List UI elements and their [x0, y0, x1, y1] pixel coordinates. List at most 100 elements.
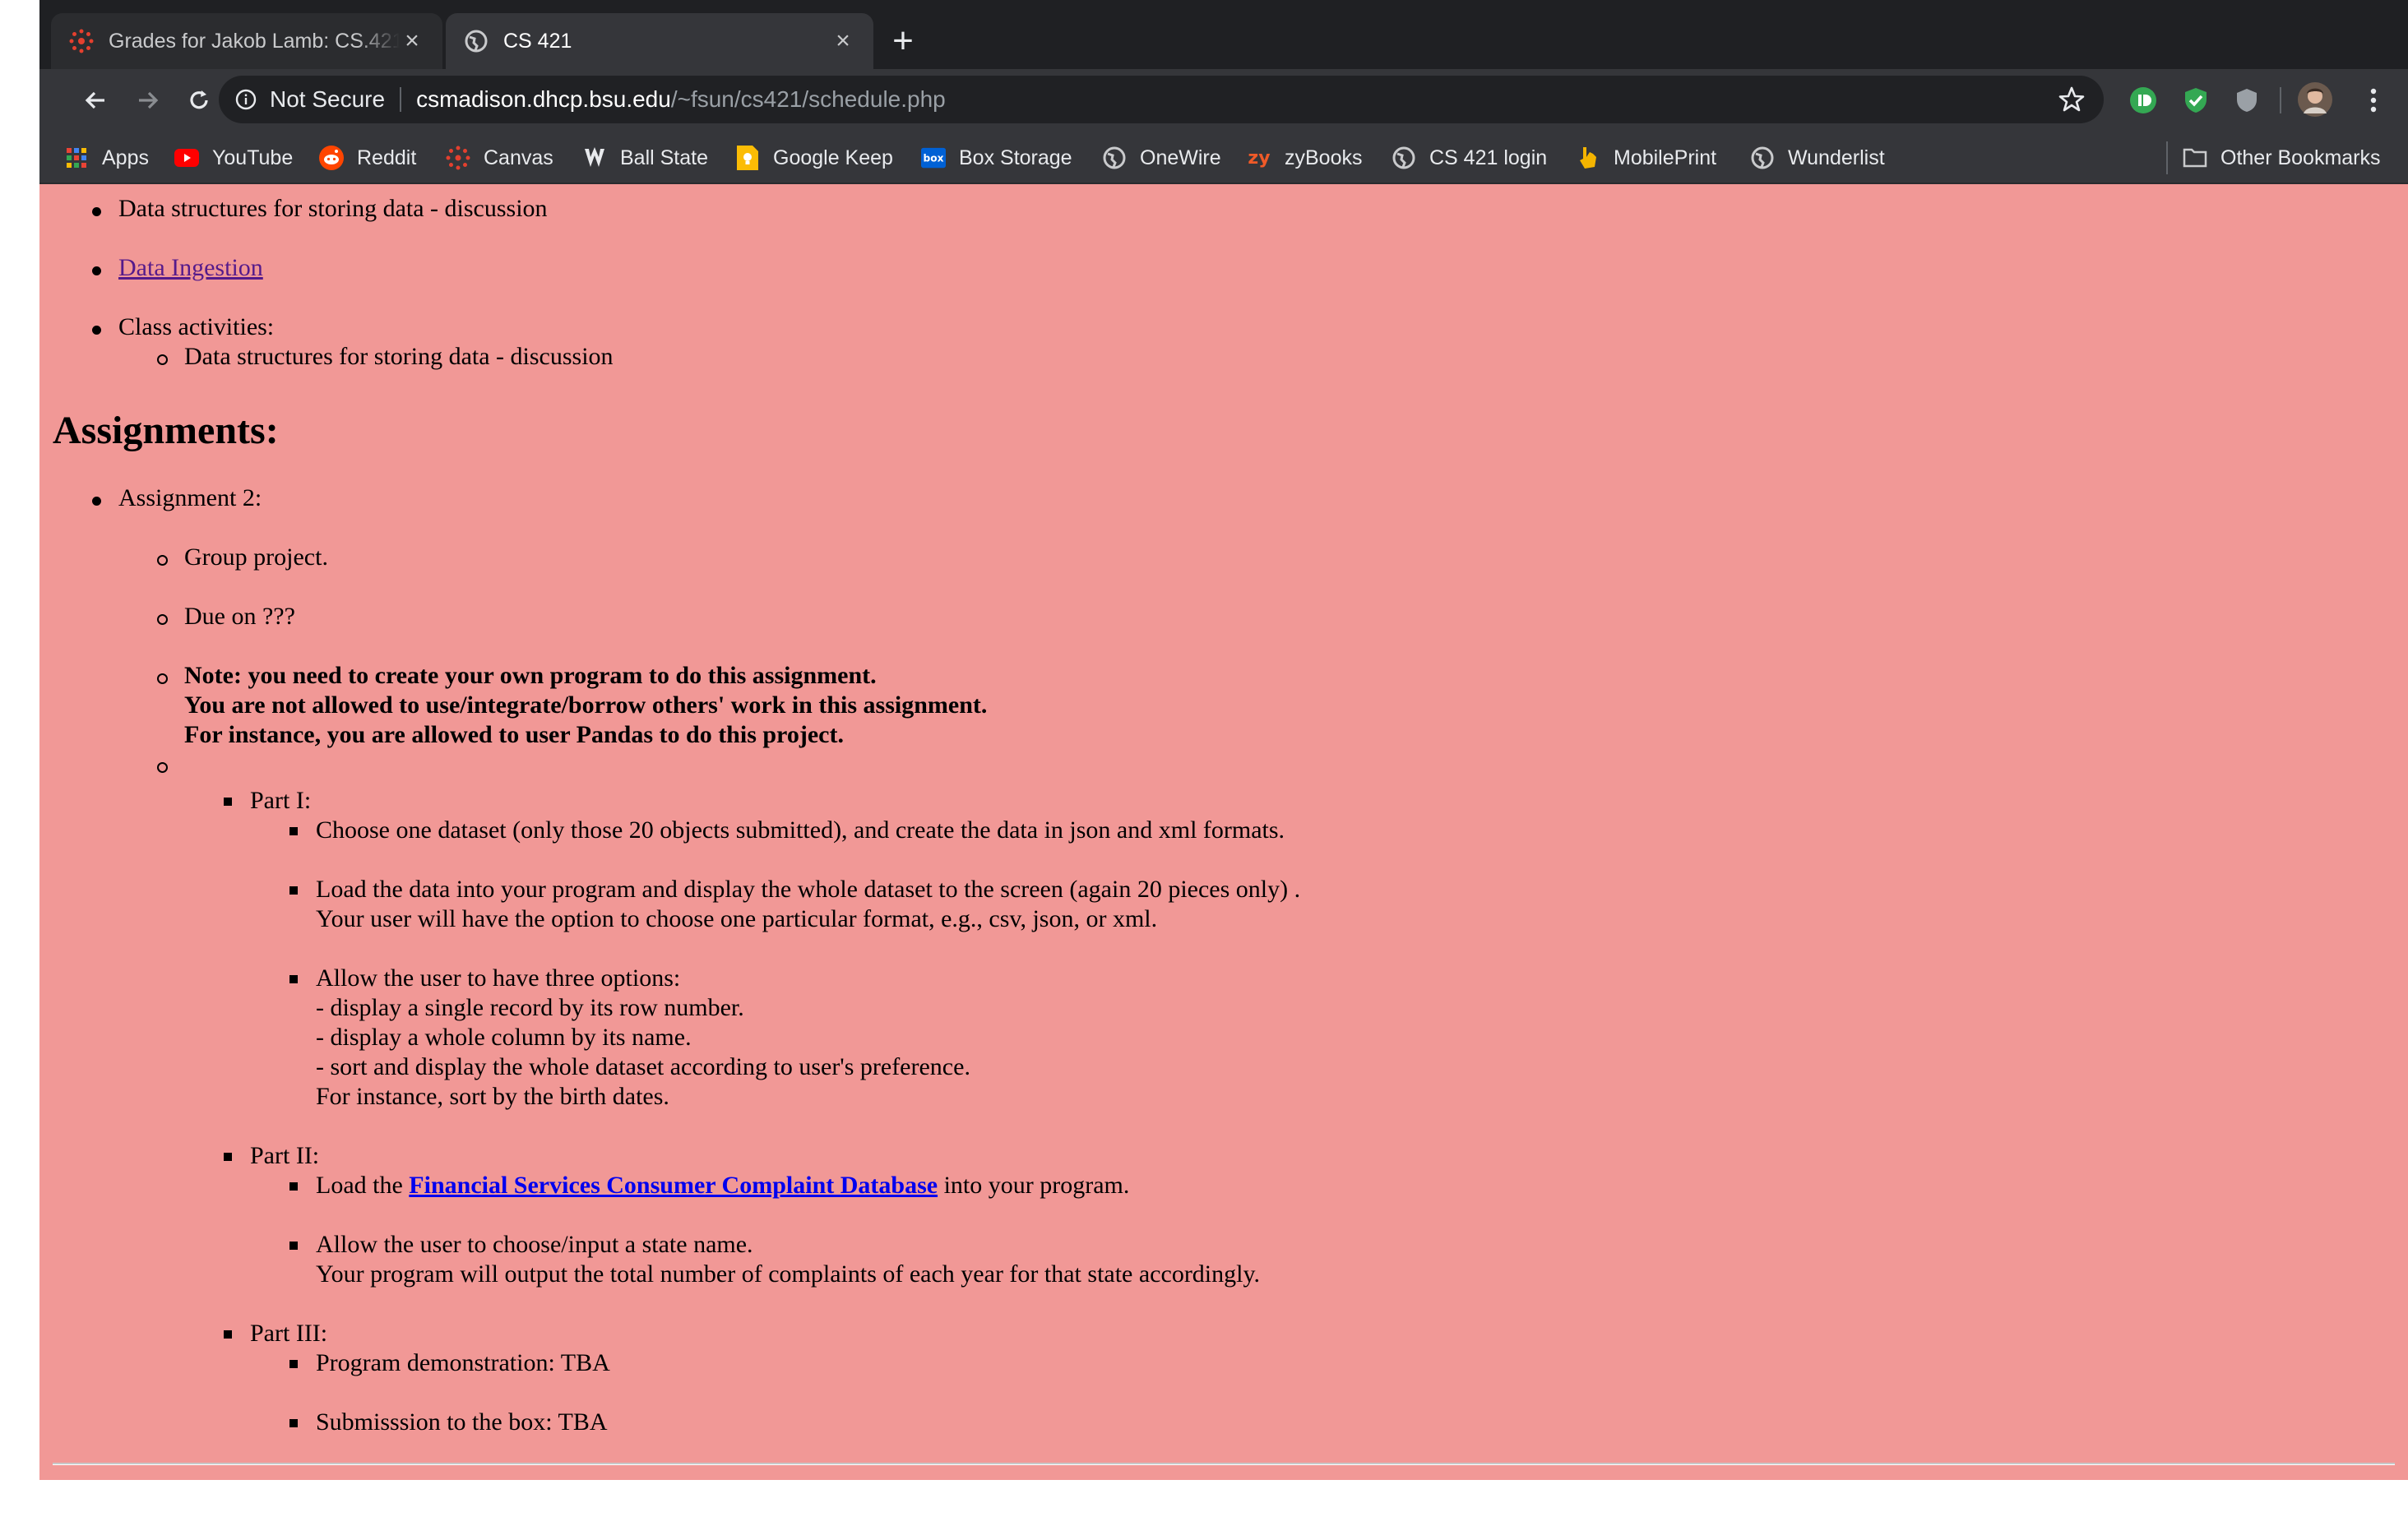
bookmark-youtube[interactable]: YouTube — [174, 132, 293, 184]
list-bullet — [289, 1182, 298, 1191]
bookmark-ball-state[interactable]: Ball State — [582, 132, 708, 184]
tab-grades[interactable]: Grades for Jakob Lamb: CS.421 × — [51, 13, 442, 69]
bookmark-cs421-login[interactable]: CS 421 login — [1392, 132, 1547, 184]
list-bullet — [289, 827, 298, 835]
list-bullet — [289, 975, 298, 983]
bookmark-label: MobilePrint — [1614, 146, 1717, 169]
globe-icon — [1392, 146, 1416, 170]
youtube-icon — [174, 146, 199, 170]
class-activity-item: Data structures for storing data - discu… — [184, 343, 614, 370]
part2-item: Allow the user to choose/input a state n… — [316, 1231, 753, 1258]
note-line: For instance, you are allowed to user Pa… — [184, 721, 844, 748]
bookmark-star-icon[interactable] — [2058, 86, 2086, 113]
complaint-database-link[interactable]: Financial Services Consumer Complaint Da… — [409, 1172, 938, 1199]
note-line: Note: you need to create your own progra… — [184, 662, 877, 689]
toolbar: Not Secure csmadison.dhcp.bsu.edu/~fsun/… — [39, 69, 2408, 132]
reddit-icon — [319, 146, 344, 170]
bookmark-label: zyBooks — [1285, 146, 1363, 169]
group-project-item: Group project. — [184, 543, 328, 571]
list-bullet — [289, 1360, 298, 1368]
part3-item: Program demonstration: TBA — [316, 1349, 610, 1376]
part3-item: Submisssion to the box: TBA — [316, 1408, 608, 1436]
bookmark-zybooks[interactable]: zy zyBooks — [1247, 132, 1362, 184]
bookmark-label: Apps — [102, 146, 149, 169]
shield-icon[interactable] — [2232, 86, 2262, 115]
bookmark-canvas[interactable]: Canvas — [446, 132, 553, 184]
bookmark-google-keep[interactable]: Google Keep — [735, 132, 893, 184]
svg-text:box: box — [924, 153, 944, 164]
list-bullet — [157, 673, 168, 684]
part1-label: Part I: — [250, 787, 312, 814]
list-bullet — [157, 762, 168, 773]
avatar[interactable] — [2298, 82, 2332, 117]
bookmark-label: YouTube — [212, 146, 294, 169]
zybooks-icon: zy — [1248, 147, 1271, 169]
part1-item: Load the data into your program and disp… — [316, 876, 1301, 903]
part1-item: Choose one dataset (only those 20 object… — [316, 816, 1285, 844]
horizontal-rule — [53, 1463, 2395, 1465]
tab-cs421[interactable]: CS 421 × — [446, 13, 873, 69]
part1-item: Allow the user to have three options: — [316, 964, 681, 992]
bookmark-apps[interactable]: Apps — [64, 132, 149, 184]
bookmark-label: OneWire — [1140, 146, 1221, 169]
address-bar[interactable]: Not Secure csmadison.dhcp.bsu.edu/~fsun/… — [219, 76, 2104, 123]
list-bullet — [224, 798, 232, 806]
part2-label: Part II: — [250, 1142, 320, 1169]
list-bullet — [92, 266, 101, 275]
bookmark-wunderlist[interactable]: Wunderlist — [1750, 132, 1885, 184]
new-tab-button[interactable]: + — [885, 23, 921, 59]
part1-item-line: - display a single record by its row num… — [316, 994, 744, 1021]
shield-check-icon[interactable] — [2181, 86, 2211, 115]
bookmark-box-storage[interactable]: box Box Storage — [921, 132, 1072, 184]
load-text: into your program. — [943, 1172, 1130, 1199]
list-item-data-structures: Data structures for storing data - discu… — [118, 195, 548, 222]
reload-icon[interactable] — [181, 82, 217, 118]
other-bookmarks[interactable]: Other Bookmarks — [2183, 132, 2381, 184]
bookmark-label: Box Storage — [959, 146, 1072, 169]
list-bullet — [92, 326, 101, 335]
list-bullet — [157, 555, 168, 566]
back-arrow-icon[interactable] — [77, 82, 113, 118]
close-tab-icon[interactable]: × — [400, 27, 424, 54]
part1-item-line: Your user will have the option to choose… — [316, 905, 1158, 932]
bookmark-label: Canvas — [484, 146, 553, 169]
list-bullet — [224, 1330, 232, 1339]
globe-icon — [1102, 146, 1127, 170]
bookmark-onewire[interactable]: OneWire — [1102, 132, 1221, 184]
apps-grid-icon — [64, 146, 89, 170]
bookmark-mobileprint[interactable]: MobilePrint — [1576, 132, 1716, 184]
list-bullet — [92, 497, 101, 506]
list-item-class-activities: Class activities: — [118, 313, 275, 340]
part2-item: Load the Financial Services Consumer Com… — [316, 1171, 1129, 1200]
globe-icon — [464, 29, 489, 53]
page-content: Data structures for storing data - discu… — [39, 184, 2408, 1480]
bookmarks-bar: Apps YouTube Reddit Canvas Ball State Go… — [39, 132, 2408, 184]
list-bullet — [289, 886, 298, 895]
bookmark-reddit[interactable]: Reddit — [319, 132, 416, 184]
extension-green-icon[interactable] — [2128, 86, 2158, 115]
data-ingestion-link[interactable]: Data Ingestion — [118, 253, 263, 283]
list-bullet — [157, 614, 168, 625]
assignment-title: Assignment 2: — [118, 484, 262, 511]
address-separator — [400, 87, 402, 112]
mobileprint-icon — [1576, 146, 1600, 170]
part3-label: Part III: — [250, 1320, 328, 1347]
list-bullet — [289, 1419, 298, 1427]
folder-icon — [2183, 146, 2207, 170]
list-bullet — [224, 1153, 232, 1161]
close-tab-icon[interactable]: × — [831, 27, 855, 54]
url-path: /~fsun/cs421/schedule.php — [670, 86, 946, 112]
canvas-icon — [69, 29, 94, 53]
bookmark-label: CS 421 login — [1429, 146, 1548, 169]
url-host: csmadison.dhcp.bsu.edu — [416, 86, 671, 112]
info-icon[interactable] — [235, 89, 257, 110]
forward-arrow-icon[interactable] — [130, 82, 166, 118]
list-bullet — [92, 207, 101, 216]
bookmark-label: Reddit — [357, 146, 417, 169]
part1-item-line: For instance, sort by the birth dates. — [316, 1083, 669, 1110]
bookmark-label: Wunderlist — [1788, 146, 1885, 169]
globe-icon — [1750, 146, 1775, 170]
tab-title: CS 421 — [503, 29, 572, 53]
menu-dots-icon[interactable] — [2359, 86, 2388, 115]
bookmark-label: Other Bookmarks — [2220, 146, 2381, 169]
